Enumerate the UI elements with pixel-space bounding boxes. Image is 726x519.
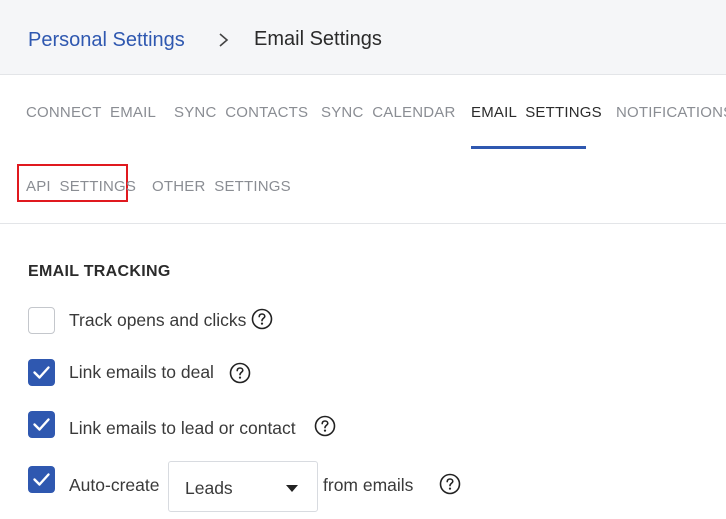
track-opens-checkbox[interactable] — [28, 307, 55, 334]
question-circle-icon[interactable] — [229, 362, 251, 384]
tab-connect-email[interactable]: CONNECT EMAIL — [26, 104, 156, 121]
checkmark-icon — [33, 473, 50, 486]
link-emails-lead-contact-label: Link emails to lead or contact — [69, 418, 296, 438]
track-opens-label: Track opens and clicks — [69, 310, 247, 330]
select-value: Leads — [185, 478, 233, 498]
link-emails-deal-checkbox[interactable] — [28, 359, 55, 386]
page-title: Email Settings — [254, 28, 382, 50]
tab-notifications[interactable]: NOTIFICATIONS — [616, 104, 726, 121]
question-circle-icon[interactable] — [251, 308, 273, 330]
chevron-right-icon — [219, 33, 229, 47]
auto-create-type-select[interactable]: Leads — [168, 461, 318, 512]
breadcrumb-personal-settings-link[interactable]: Personal Settings — [28, 29, 185, 52]
active-tab-indicator — [471, 146, 586, 149]
question-circle-icon[interactable] — [439, 473, 461, 495]
tab-other-settings[interactable]: OTHER SETTINGS — [152, 178, 291, 195]
auto-create-label: Auto-create — [69, 475, 160, 495]
tab-api-settings[interactable]: API SETTINGS — [26, 178, 136, 195]
link-emails-lead-contact-checkbox[interactable] — [28, 411, 55, 438]
tab-sync-calendar[interactable]: SYNC CALENDAR — [321, 104, 456, 121]
question-circle-icon[interactable] — [314, 415, 336, 437]
caret-down-icon — [286, 485, 298, 492]
tabs-divider — [0, 223, 726, 224]
from-emails-label: from emails — [323, 475, 414, 495]
section-title-email-tracking: EMAIL TRACKING — [28, 263, 171, 280]
tab-email-settings[interactable]: EMAIL SETTINGS — [471, 104, 602, 121]
link-emails-deal-label: Link emails to deal — [69, 362, 214, 382]
auto-create-checkbox[interactable] — [28, 466, 55, 493]
checkmark-icon — [33, 366, 50, 379]
checkmark-icon — [33, 418, 50, 431]
header-bar: Personal Settings Email Settings — [0, 0, 726, 75]
tab-sync-contacts[interactable]: SYNC CONTACTS — [174, 104, 308, 121]
